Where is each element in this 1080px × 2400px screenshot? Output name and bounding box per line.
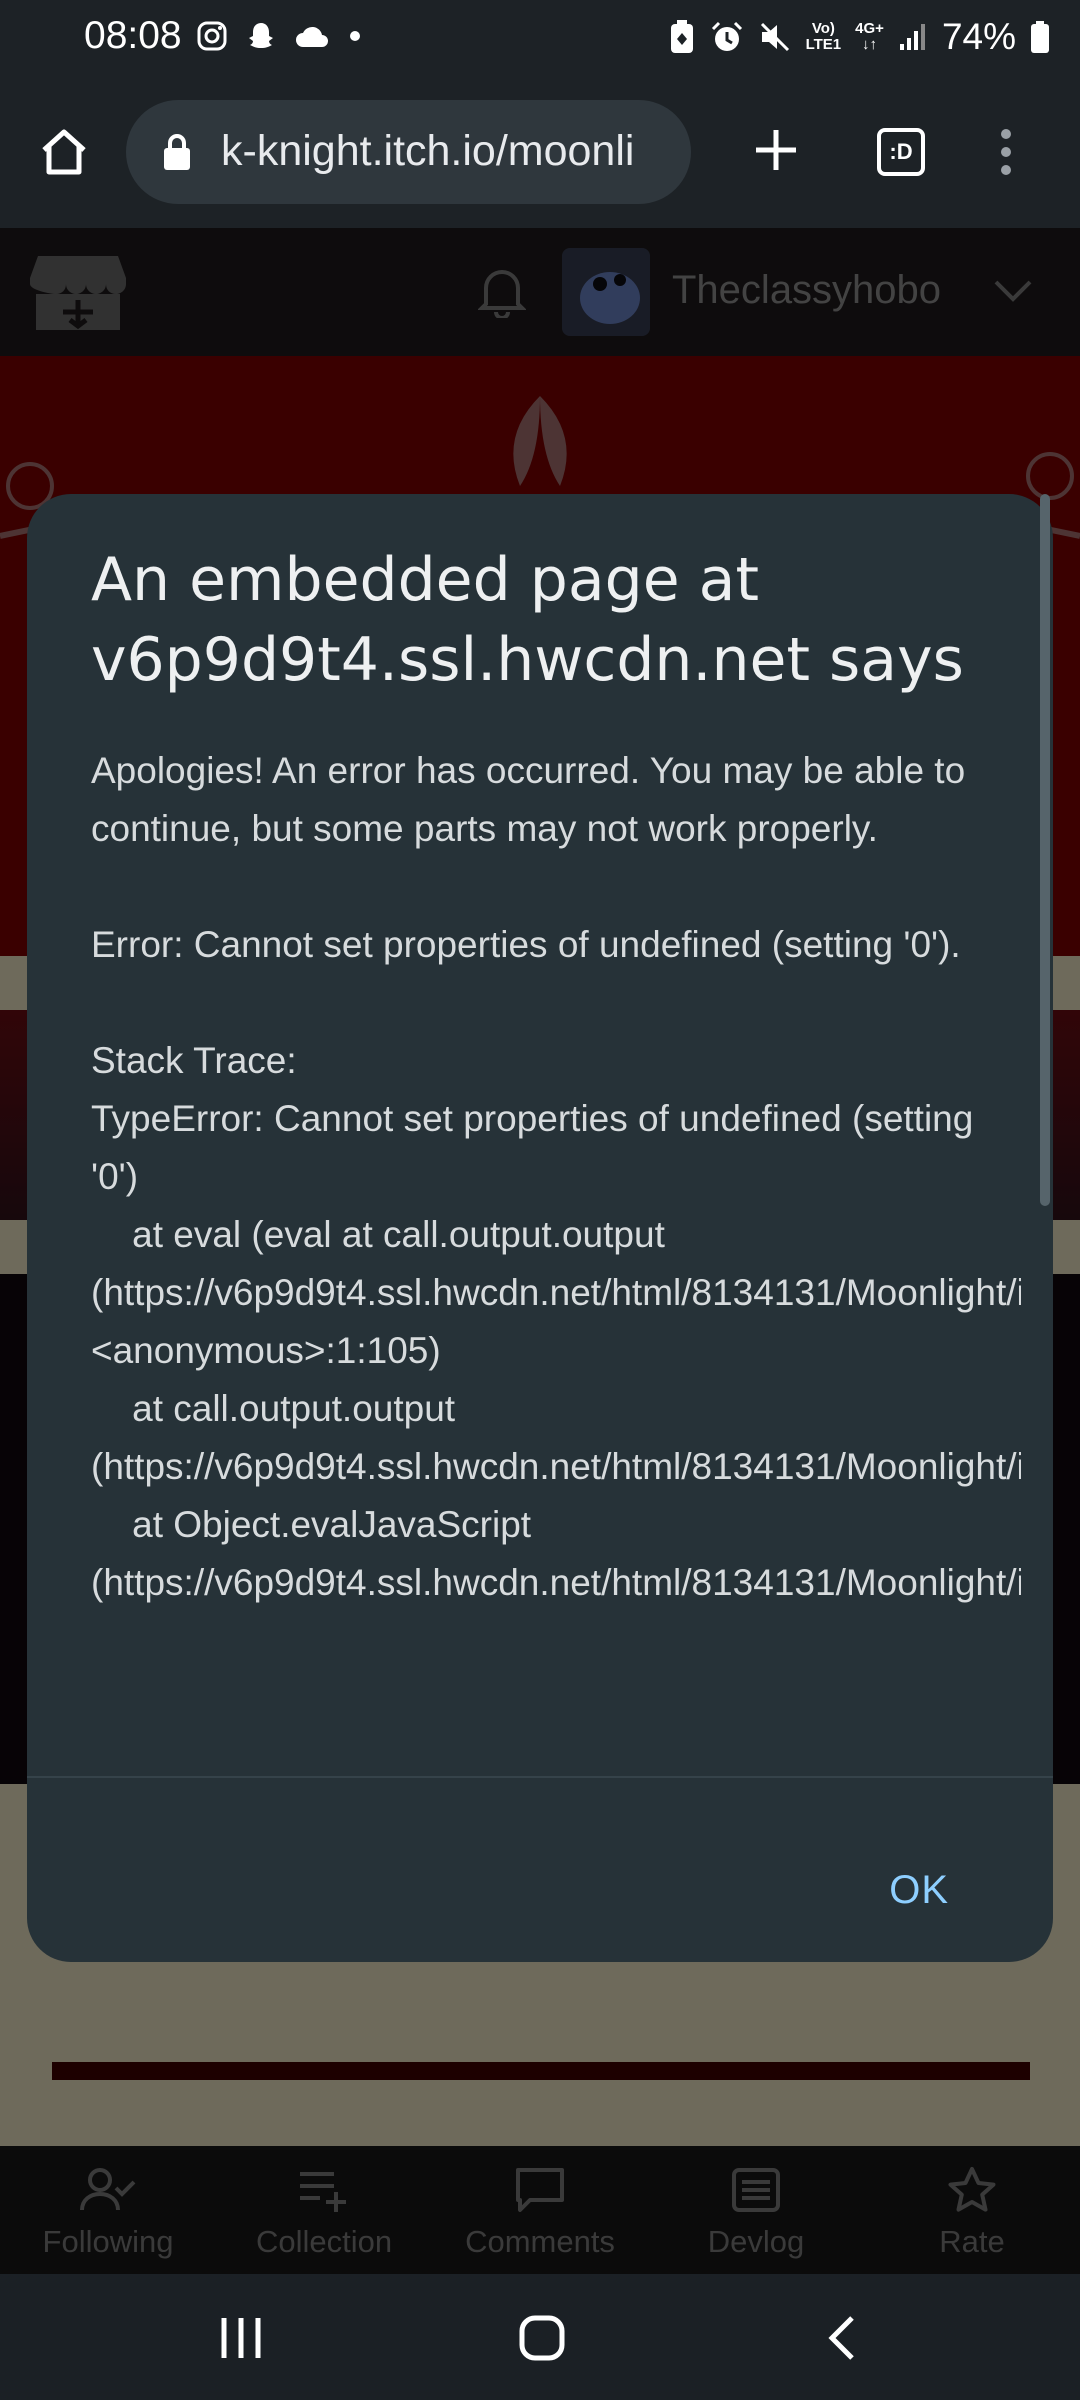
url-text: k-knight.itch.io/moonli — [221, 127, 635, 175]
tab-switcher-button[interactable]: :D — [877, 128, 925, 176]
browser-toolbar: k-knight.itch.io/moonli :D — [0, 76, 1080, 228]
page-scrollbar[interactable] — [1040, 494, 1050, 1206]
battery-percent: 74% — [941, 16, 1016, 57]
battery-icon — [1031, 21, 1049, 53]
volte-indicator: Vo) LTE1 — [805, 20, 842, 53]
snapchat-icon — [249, 23, 273, 48]
signal-icon — [899, 24, 925, 50]
cloud-icon — [296, 26, 328, 47]
ok-button[interactable]: OK — [889, 1868, 949, 1913]
new-tab-icon[interactable] — [752, 126, 800, 174]
back-icon[interactable] — [826, 2314, 858, 2362]
dialog-message: Apologies! An error has occurred. You ma… — [91, 750, 1021, 1603]
instagram-icon — [197, 21, 227, 51]
alert-dialog: An embedded page at v6p9d9t4.ssl.hwcdn.n… — [27, 494, 1053, 1962]
recent-apps-icon[interactable] — [218, 2316, 264, 2360]
status-bar: 08:08 Vo) LTE1 4G+ ↓↑ 74% — [0, 0, 1080, 76]
home-button-icon[interactable] — [518, 2314, 566, 2362]
address-bar[interactable]: k-knight.itch.io/moonli — [126, 100, 691, 204]
dialog-title: An embedded page at v6p9d9t4.ssl.hwcdn.n… — [91, 545, 964, 695]
alarm-icon — [711, 21, 742, 51]
clock: 08:08 — [84, 14, 182, 57]
dot-icon — [350, 31, 360, 41]
network-type: 4G+ ↓↑ — [855, 20, 884, 53]
home-icon[interactable] — [38, 126, 90, 178]
battery-saver-icon — [670, 20, 693, 53]
system-navigation-bar — [0, 2274, 1080, 2400]
mute-icon — [760, 22, 789, 52]
lock-icon — [164, 134, 190, 170]
more-menu-icon[interactable] — [994, 126, 1018, 178]
dialog-divider — [27, 1776, 1053, 1778]
